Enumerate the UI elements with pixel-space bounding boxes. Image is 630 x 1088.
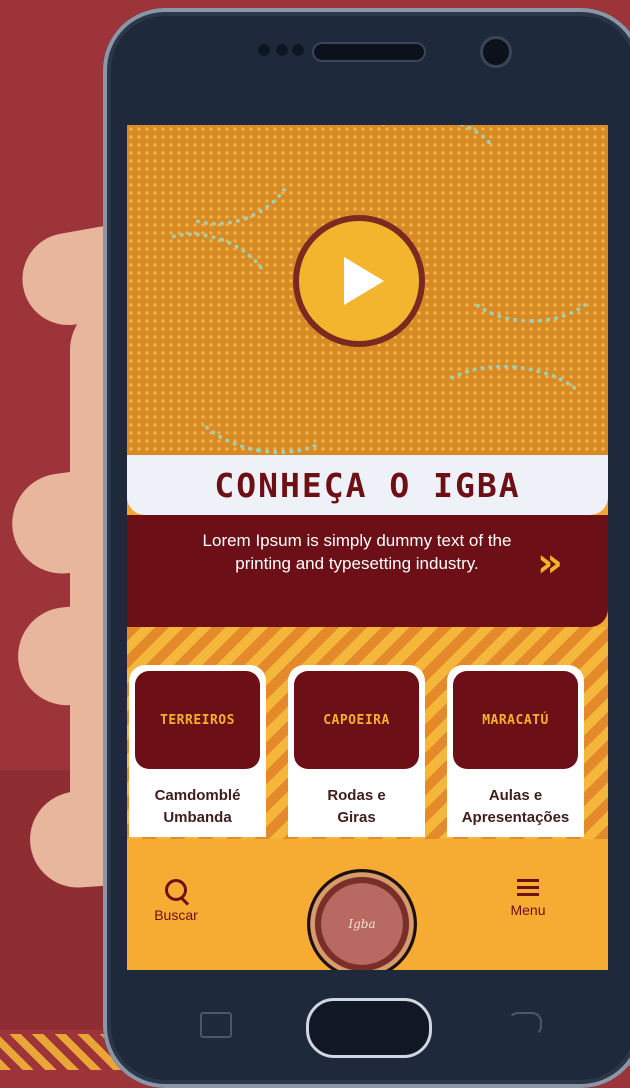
double-chevron-right-icon[interactable]: » bbox=[537, 543, 563, 583]
back-button[interactable] bbox=[508, 1012, 542, 1036]
menu-button[interactable]: Menu bbox=[493, 879, 563, 918]
card-line: Rodas e bbox=[327, 787, 386, 804]
play-icon bbox=[344, 257, 384, 305]
search-icon bbox=[165, 879, 187, 901]
recent-apps-button[interactable] bbox=[200, 1012, 232, 1038]
bead-decoration bbox=[179, 342, 353, 466]
sensor bbox=[258, 44, 270, 56]
hero-video[interactable] bbox=[127, 125, 608, 471]
card-text: Camdomblé Umbanda bbox=[129, 785, 266, 829]
app-logo-button[interactable]: Igba bbox=[307, 869, 417, 970]
card-header: CAPOEIRA bbox=[294, 671, 419, 769]
title-banner: CONHEÇA O IGBA bbox=[127, 455, 608, 515]
bead-decoration bbox=[457, 225, 605, 323]
page-title: CONHEÇA O IGBA bbox=[214, 465, 521, 505]
hamburger-menu-icon bbox=[517, 879, 539, 882]
play-button[interactable] bbox=[293, 215, 425, 347]
card-line: Umbanda bbox=[163, 809, 232, 826]
search-button[interactable]: Buscar bbox=[141, 879, 211, 923]
card-header: TERREIROS bbox=[135, 671, 260, 769]
card-capoeira[interactable]: CAPOEIRA Rodas e Giras bbox=[288, 665, 425, 837]
menu-label: Menu bbox=[510, 902, 546, 918]
sensor bbox=[276, 44, 288, 56]
bead-decoration bbox=[349, 125, 513, 226]
card-header: MARACATÚ bbox=[453, 671, 578, 769]
card-title: MARACATÚ bbox=[482, 712, 549, 728]
app-screen: CONHEÇA O IGBA Lorem Ipsum is simply dum… bbox=[127, 125, 608, 970]
bead-decoration bbox=[127, 214, 288, 354]
bead-decoration bbox=[155, 125, 307, 243]
logo-text: Igba bbox=[348, 917, 376, 931]
bead-decoration bbox=[423, 357, 599, 471]
card-terreiros[interactable]: TERREIROS Camdomblé Umbanda bbox=[129, 665, 266, 837]
front-camera bbox=[480, 36, 512, 68]
bottom-navigation: Buscar Igba Menu bbox=[127, 839, 608, 970]
home-button[interactable] bbox=[306, 998, 432, 1058]
card-line: Apresentações bbox=[461, 809, 570, 826]
description-panel[interactable]: Lorem Ipsum is simply dummy text of the … bbox=[127, 515, 608, 627]
search-label: Buscar bbox=[154, 907, 198, 923]
card-line: Giras bbox=[337, 809, 376, 826]
card-title: CAPOEIRA bbox=[323, 712, 390, 728]
card-text: Aulas e Apresentações bbox=[447, 785, 584, 829]
description-text: Lorem Ipsum is simply dummy text of the … bbox=[202, 531, 512, 573]
phone-speaker bbox=[312, 42, 426, 62]
card-line: Aulas e bbox=[488, 787, 543, 804]
card-maracatu[interactable]: MARACATÚ Aulas e Apresentações bbox=[447, 665, 584, 837]
sensor bbox=[292, 44, 304, 56]
card-title: TERREIROS bbox=[160, 712, 235, 728]
card-line: Camdomblé bbox=[154, 787, 241, 804]
card-text: Rodas e Giras bbox=[288, 785, 425, 829]
